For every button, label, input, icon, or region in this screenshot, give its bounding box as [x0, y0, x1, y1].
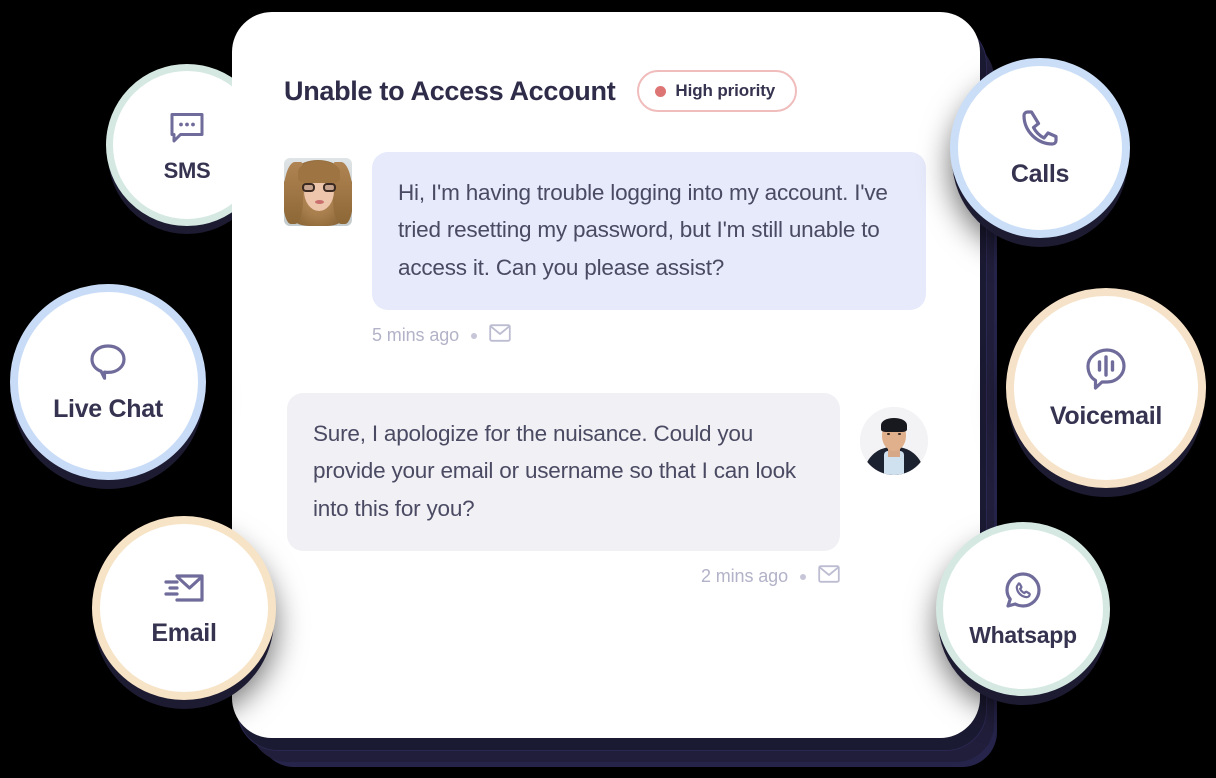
- message-thread: Hi, I'm having trouble logging into my a…: [284, 152, 928, 588]
- message-bubble: Sure, I apologize for the nuisance. Coul…: [287, 393, 840, 552]
- message-row-agent: Sure, I apologize for the nuisance. Coul…: [284, 393, 928, 588]
- voicemail-wave-icon: [1083, 345, 1129, 396]
- message-row-customer: Hi, I'm having trouble logging into my a…: [284, 152, 928, 347]
- channel-chip-voicemail[interactable]: Voicemail: [1006, 288, 1206, 488]
- priority-badge-label: High priority: [675, 81, 776, 100]
- envelope-icon: [818, 565, 840, 588]
- meta-separator-dot: [471, 332, 478, 339]
- channel-chip-label: Calls: [1010, 160, 1070, 188]
- channel-chip-label: Whatsapp: [969, 622, 1077, 648]
- envelope-icon: [489, 324, 511, 347]
- conversation-title: Unable to Access Account: [284, 75, 616, 106]
- channel-chip-label: Email: [151, 619, 217, 647]
- channel-chip-label: Live Chat: [53, 395, 163, 423]
- channel-chip-label: SMS: [163, 157, 211, 183]
- conversation-card: Unable to Access Account High priority H…: [232, 12, 980, 738]
- meta-separator-dot: [800, 573, 806, 580]
- conversation-card-wrapper: Unable to Access Account High priority H…: [232, 12, 986, 750]
- message-meta: 2 mins ago: [287, 565, 840, 588]
- whatsapp-icon: [1002, 569, 1044, 616]
- phone-icon: [1019, 107, 1061, 154]
- channel-chip-livechat[interactable]: Live Chat: [10, 284, 206, 480]
- message-timestamp: 2 mins ago: [700, 566, 788, 587]
- chat-bubble-icon: [86, 340, 130, 389]
- channel-chip-label: Voicemail: [1049, 402, 1163, 430]
- customer-avatar: [284, 158, 352, 226]
- message-meta: 5 mins ago: [372, 324, 926, 347]
- message-bubble: Hi, I'm having trouble logging into my a…: [372, 152, 926, 311]
- channel-chip-whatsapp[interactable]: Whatsapp: [936, 522, 1110, 696]
- message-timestamp: 5 mins ago: [372, 325, 460, 346]
- channel-chip-email[interactable]: Email: [92, 516, 276, 700]
- sms-bubble-icon: [167, 107, 207, 152]
- priority-dot-icon: [655, 85, 667, 97]
- channel-chip-calls[interactable]: Calls: [950, 58, 1130, 238]
- omnichannel-illustration: SMS Live Chat Email Calls Voicemail What…: [0, 0, 1216, 778]
- conversation-header: Unable to Access Account High priority: [284, 70, 928, 112]
- priority-badge[interactable]: High priority: [637, 70, 798, 112]
- agent-avatar: [860, 407, 928, 476]
- envelope-send-icon: [162, 568, 206, 613]
